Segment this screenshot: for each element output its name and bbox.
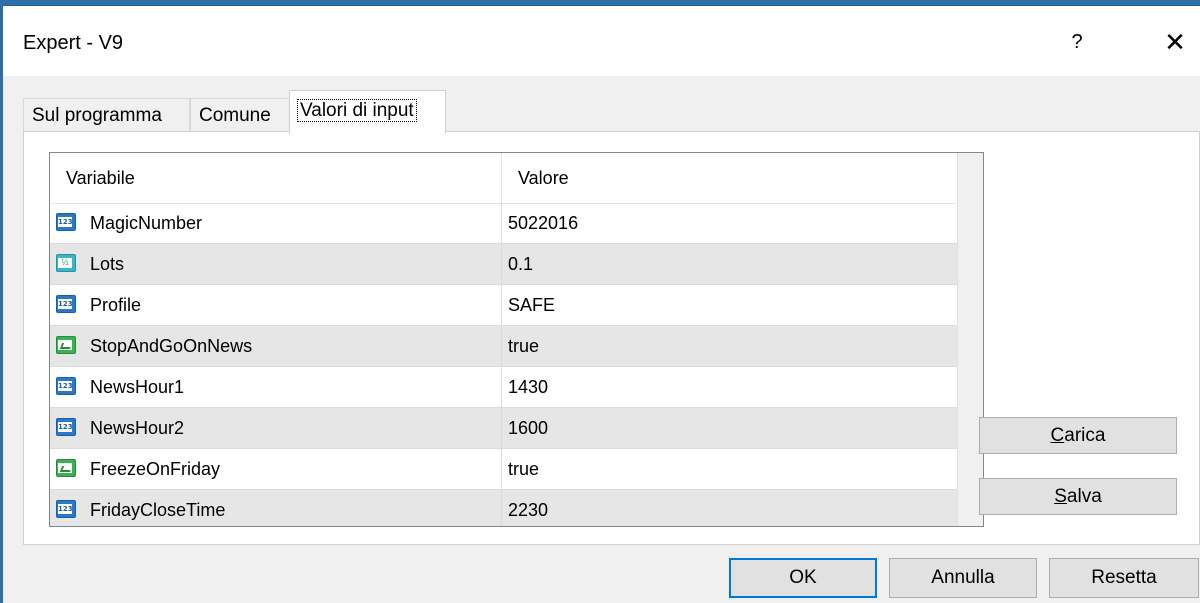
- grid-header: Variabile Valore: [50, 153, 983, 204]
- tab-strip: Sul programma Comune Valori di input: [3, 76, 1200, 134]
- load-button[interactable]: Carica: [979, 417, 1177, 454]
- save-button[interactable]: Salva: [979, 478, 1177, 515]
- variable-cell: Lots: [50, 244, 502, 284]
- save-accel: S: [1054, 486, 1067, 507]
- tab-valori-di-input[interactable]: Valori di input: [289, 90, 446, 134]
- close-button[interactable]: ✕: [1151, 22, 1199, 62]
- variable-cell: NewsHour1: [50, 367, 502, 407]
- int-type-icon: [56, 377, 76, 395]
- int-type-icon: [56, 213, 76, 231]
- table-row[interactable]: FridayCloseTime 2230: [50, 490, 958, 526]
- table-row[interactable]: Profile SAFE: [50, 285, 958, 326]
- variable-cell: FreezeOnFriday: [50, 449, 502, 489]
- cancel-button[interactable]: Annulla: [889, 558, 1037, 598]
- value-cell[interactable]: true: [502, 326, 958, 366]
- double-type-icon: [56, 254, 76, 272]
- table-row[interactable]: FreezeOnFriday true: [50, 449, 958, 490]
- table-row[interactable]: NewsHour1 1430: [50, 367, 958, 408]
- load-accel: C: [1050, 425, 1065, 446]
- tab-label: Valori di input: [297, 99, 417, 122]
- value-cell[interactable]: 1600: [502, 408, 958, 448]
- bool-type-icon: [56, 459, 76, 477]
- int-type-icon: [56, 500, 76, 518]
- variable-name: MagicNumber: [90, 213, 203, 233]
- header-variabile[interactable]: Variabile: [50, 153, 502, 203]
- dialog-title: Expert - V9: [23, 32, 124, 54]
- variable-cell: NewsHour2: [50, 408, 502, 448]
- reset-button[interactable]: Resetta: [1049, 558, 1199, 598]
- variable-cell: Profile: [50, 285, 502, 325]
- variable-name: Profile: [90, 295, 142, 315]
- bool-type-icon: [56, 336, 76, 354]
- inputs-grid: Variabile Valore MagicNumber 5022016 Lots 0…: [49, 152, 984, 527]
- variable-name: FreezeOnFriday: [90, 459, 221, 479]
- tab-sul-programma[interactable]: Sul programma: [23, 98, 190, 132]
- variable-cell: StopAndGoOnNews: [50, 326, 502, 366]
- load-label: arica: [1064, 425, 1106, 446]
- header-valore[interactable]: Valore: [502, 153, 958, 203]
- variable-cell: MagicNumber: [50, 203, 502, 243]
- variable-name: NewsHour1: [90, 377, 185, 397]
- value-cell[interactable]: 2230: [502, 490, 958, 526]
- value-cell[interactable]: true: [502, 449, 958, 489]
- value-cell[interactable]: 0.1: [502, 244, 958, 284]
- table-row[interactable]: StopAndGoOnNews true: [50, 326, 958, 367]
- int-type-icon: [56, 295, 76, 313]
- help-button[interactable]: ?: [1053, 22, 1101, 62]
- value-cell[interactable]: 5022016: [502, 203, 958, 243]
- variable-name: StopAndGoOnNews: [90, 336, 253, 356]
- table-row[interactable]: MagicNumber 5022016: [50, 203, 958, 244]
- int-type-icon: [56, 418, 76, 436]
- expert-dialog: Expert - V9 ? ✕ Sul programma Comune Val…: [3, 5, 1200, 603]
- tab-comune[interactable]: Comune: [190, 98, 290, 132]
- title-bar[interactable]: Expert - V9 ? ✕: [3, 6, 1200, 76]
- vertical-scrollbar[interactable]: [957, 153, 983, 526]
- save-label: alva: [1066, 486, 1102, 507]
- variable-cell: FridayCloseTime: [50, 490, 502, 526]
- ok-button[interactable]: OK: [729, 558, 877, 598]
- value-cell[interactable]: 1430: [502, 367, 958, 407]
- value-cell[interactable]: SAFE: [502, 285, 958, 325]
- variable-name: Lots: [90, 254, 125, 274]
- inputs-panel: Variabile Valore MagicNumber 5022016 Lots 0…: [23, 131, 1200, 545]
- variable-name: NewsHour2: [90, 418, 185, 438]
- table-row[interactable]: Lots 0.1: [50, 244, 958, 285]
- table-row[interactable]: NewsHour2 1600: [50, 408, 958, 449]
- variable-name: FridayCloseTime: [90, 500, 226, 520]
